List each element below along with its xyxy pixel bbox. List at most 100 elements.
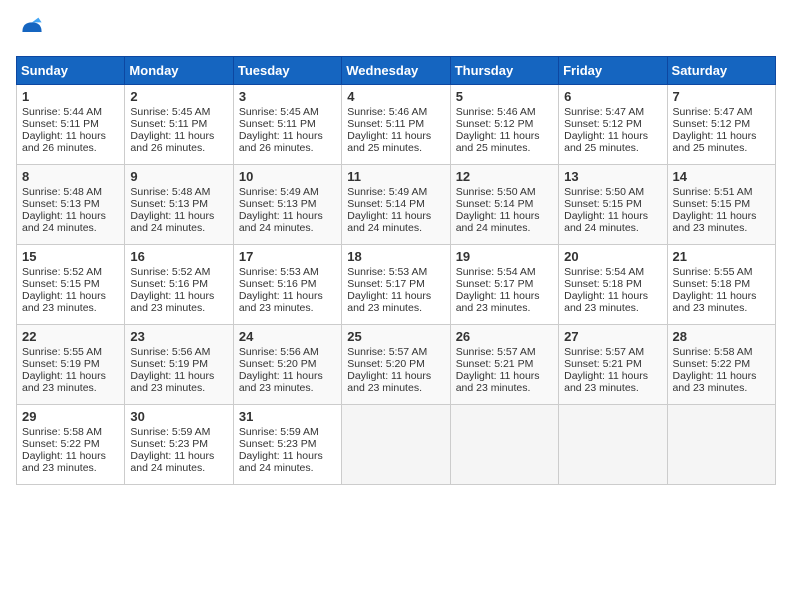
calendar-week-row: 8 Sunrise: 5:48 AM Sunset: 5:13 PM Dayli… bbox=[17, 165, 776, 245]
day-number: 6 bbox=[564, 89, 661, 104]
calendar-week-row: 1 Sunrise: 5:44 AM Sunset: 5:11 PM Dayli… bbox=[17, 85, 776, 165]
sunrise-text: Sunrise: 5:49 AM bbox=[347, 186, 427, 198]
sunset-text: Sunset: 5:14 PM bbox=[347, 198, 425, 210]
header-monday: Monday bbox=[125, 57, 233, 85]
daylight-minutes: and 25 minutes. bbox=[456, 142, 531, 154]
sunset-text: Sunset: 5:14 PM bbox=[456, 198, 534, 210]
calendar-week-row: 29 Sunrise: 5:58 AM Sunset: 5:22 PM Dayl… bbox=[17, 405, 776, 485]
day-number: 15 bbox=[22, 249, 119, 264]
daylight-minutes: and 23 minutes. bbox=[564, 302, 639, 314]
daylight-minutes: and 24 minutes. bbox=[22, 222, 97, 234]
day-number: 26 bbox=[456, 329, 553, 344]
sunrise-text: Sunrise: 5:47 AM bbox=[673, 106, 753, 118]
day-number: 7 bbox=[673, 89, 770, 104]
calendar-cell: 3 Sunrise: 5:45 AM Sunset: 5:11 PM Dayli… bbox=[233, 85, 341, 165]
calendar-cell: 16 Sunrise: 5:52 AM Sunset: 5:16 PM Dayl… bbox=[125, 245, 233, 325]
daylight-label: Daylight: 11 hours bbox=[22, 210, 106, 222]
daylight-label: Daylight: 11 hours bbox=[22, 450, 106, 462]
sunrise-text: Sunrise: 5:52 AM bbox=[22, 266, 102, 278]
daylight-minutes: and 23 minutes. bbox=[456, 382, 531, 394]
calendar-cell: 6 Sunrise: 5:47 AM Sunset: 5:12 PM Dayli… bbox=[559, 85, 667, 165]
calendar-cell: 28 Sunrise: 5:58 AM Sunset: 5:22 PM Dayl… bbox=[667, 325, 775, 405]
calendar-cell: 25 Sunrise: 5:57 AM Sunset: 5:20 PM Dayl… bbox=[342, 325, 450, 405]
sunset-text: Sunset: 5:11 PM bbox=[22, 118, 99, 130]
day-number: 29 bbox=[22, 409, 119, 424]
day-number: 2 bbox=[130, 89, 227, 104]
calendar-cell: 7 Sunrise: 5:47 AM Sunset: 5:12 PM Dayli… bbox=[667, 85, 775, 165]
daylight-minutes: and 25 minutes. bbox=[347, 142, 422, 154]
sunset-text: Sunset: 5:15 PM bbox=[564, 198, 642, 210]
daylight-minutes: and 23 minutes. bbox=[22, 382, 97, 394]
sunrise-text: Sunrise: 5:52 AM bbox=[130, 266, 210, 278]
calendar-cell: 12 Sunrise: 5:50 AM Sunset: 5:14 PM Dayl… bbox=[450, 165, 558, 245]
sunrise-text: Sunrise: 5:57 AM bbox=[564, 346, 644, 358]
calendar-cell bbox=[342, 405, 450, 485]
daylight-label: Daylight: 11 hours bbox=[239, 290, 323, 302]
calendar-table: Sunday Monday Tuesday Wednesday Thursday… bbox=[16, 56, 776, 485]
header-friday: Friday bbox=[559, 57, 667, 85]
calendar-cell: 23 Sunrise: 5:56 AM Sunset: 5:19 PM Dayl… bbox=[125, 325, 233, 405]
daylight-label: Daylight: 11 hours bbox=[564, 130, 648, 142]
sunset-text: Sunset: 5:19 PM bbox=[130, 358, 208, 370]
daylight-label: Daylight: 11 hours bbox=[564, 210, 648, 222]
day-number: 16 bbox=[130, 249, 227, 264]
daylight-label: Daylight: 11 hours bbox=[673, 130, 757, 142]
sunset-text: Sunset: 5:13 PM bbox=[22, 198, 100, 210]
daylight-label: Daylight: 11 hours bbox=[22, 370, 106, 382]
sunset-text: Sunset: 5:12 PM bbox=[564, 118, 642, 130]
daylight-minutes: and 25 minutes. bbox=[564, 142, 639, 154]
calendar-cell bbox=[667, 405, 775, 485]
day-number: 23 bbox=[130, 329, 227, 344]
daylight-label: Daylight: 11 hours bbox=[239, 370, 323, 382]
daylight-label: Daylight: 11 hours bbox=[673, 210, 757, 222]
daylight-label: Daylight: 11 hours bbox=[239, 450, 323, 462]
daylight-label: Daylight: 11 hours bbox=[456, 290, 540, 302]
daylight-minutes: and 23 minutes. bbox=[673, 382, 748, 394]
day-number: 21 bbox=[673, 249, 770, 264]
day-number: 24 bbox=[239, 329, 336, 344]
daylight-label: Daylight: 11 hours bbox=[130, 130, 214, 142]
sunset-text: Sunset: 5:12 PM bbox=[673, 118, 751, 130]
daylight-label: Daylight: 11 hours bbox=[564, 290, 648, 302]
calendar-cell: 8 Sunrise: 5:48 AM Sunset: 5:13 PM Dayli… bbox=[17, 165, 125, 245]
daylight-minutes: and 23 minutes. bbox=[673, 302, 748, 314]
daylight-minutes: and 26 minutes. bbox=[239, 142, 314, 154]
daylight-minutes: and 24 minutes. bbox=[239, 462, 314, 474]
sunset-text: Sunset: 5:20 PM bbox=[239, 358, 317, 370]
daylight-minutes: and 26 minutes. bbox=[22, 142, 97, 154]
day-number: 30 bbox=[130, 409, 227, 424]
day-number: 5 bbox=[456, 89, 553, 104]
sunset-text: Sunset: 5:21 PM bbox=[456, 358, 534, 370]
header-sunday: Sunday bbox=[17, 57, 125, 85]
daylight-minutes: and 23 minutes. bbox=[564, 382, 639, 394]
calendar-week-row: 22 Sunrise: 5:55 AM Sunset: 5:19 PM Dayl… bbox=[17, 325, 776, 405]
daylight-label: Daylight: 11 hours bbox=[347, 290, 431, 302]
day-number: 4 bbox=[347, 89, 444, 104]
daylight-label: Daylight: 11 hours bbox=[673, 370, 757, 382]
calendar-cell: 18 Sunrise: 5:53 AM Sunset: 5:17 PM Dayl… bbox=[342, 245, 450, 325]
calendar-cell: 20 Sunrise: 5:54 AM Sunset: 5:18 PM Dayl… bbox=[559, 245, 667, 325]
header-wednesday: Wednesday bbox=[342, 57, 450, 85]
sunset-text: Sunset: 5:16 PM bbox=[239, 278, 317, 290]
calendar-cell: 2 Sunrise: 5:45 AM Sunset: 5:11 PM Dayli… bbox=[125, 85, 233, 165]
daylight-minutes: and 23 minutes. bbox=[239, 302, 314, 314]
daylight-label: Daylight: 11 hours bbox=[456, 370, 540, 382]
calendar-cell: 21 Sunrise: 5:55 AM Sunset: 5:18 PM Dayl… bbox=[667, 245, 775, 325]
sunrise-text: Sunrise: 5:47 AM bbox=[564, 106, 644, 118]
calendar-cell: 31 Sunrise: 5:59 AM Sunset: 5:23 PM Dayl… bbox=[233, 405, 341, 485]
logo bbox=[16, 16, 52, 48]
daylight-label: Daylight: 11 hours bbox=[347, 210, 431, 222]
sunrise-text: Sunrise: 5:58 AM bbox=[673, 346, 753, 358]
day-number: 9 bbox=[130, 169, 227, 184]
calendar-cell: 22 Sunrise: 5:55 AM Sunset: 5:19 PM Dayl… bbox=[17, 325, 125, 405]
sunset-text: Sunset: 5:20 PM bbox=[347, 358, 425, 370]
day-number: 12 bbox=[456, 169, 553, 184]
day-number: 10 bbox=[239, 169, 336, 184]
sunset-text: Sunset: 5:15 PM bbox=[22, 278, 100, 290]
sunrise-text: Sunrise: 5:53 AM bbox=[239, 266, 319, 278]
day-number: 13 bbox=[564, 169, 661, 184]
daylight-label: Daylight: 11 hours bbox=[673, 290, 757, 302]
sunrise-text: Sunrise: 5:57 AM bbox=[347, 346, 427, 358]
calendar-cell: 5 Sunrise: 5:46 AM Sunset: 5:12 PM Dayli… bbox=[450, 85, 558, 165]
sunrise-text: Sunrise: 5:55 AM bbox=[673, 266, 753, 278]
